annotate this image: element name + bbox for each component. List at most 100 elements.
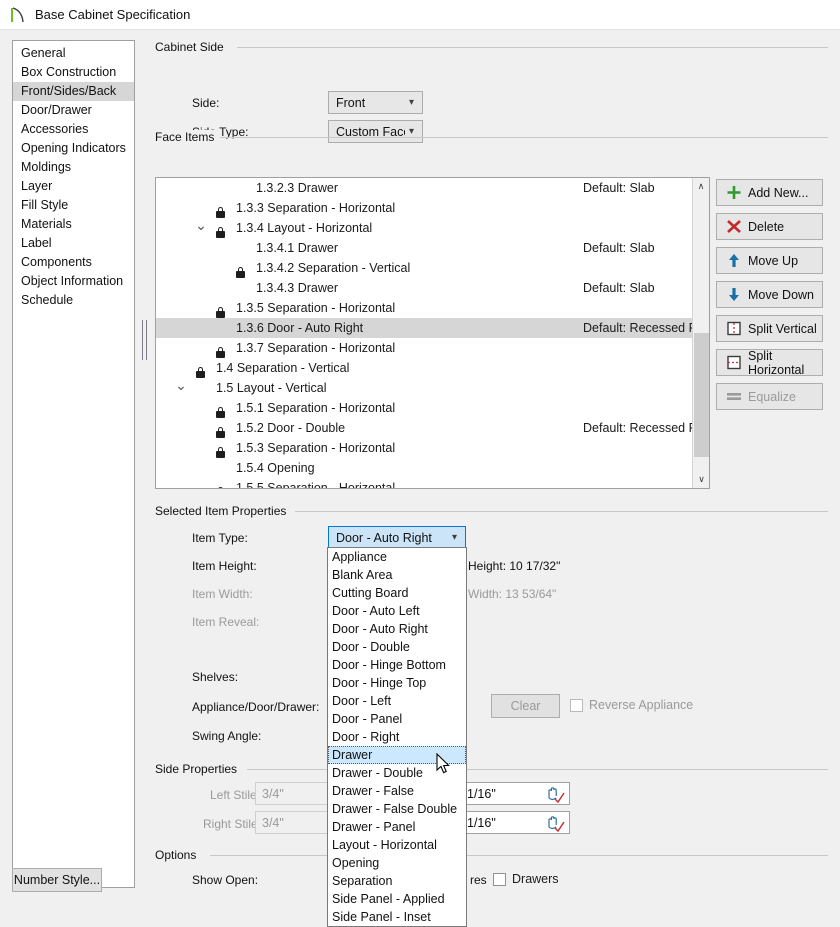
checkbox-box xyxy=(570,698,583,712)
tree-item-default: Default: Slab xyxy=(583,281,655,295)
menu-item[interactable]: Door - Left xyxy=(328,692,466,710)
pane-splitter[interactable] xyxy=(142,320,147,360)
table-row[interactable]: 1.5.5 Separation - Horizontal xyxy=(156,478,709,489)
split-horizontal-button-label: Split Horizontal xyxy=(748,348,805,377)
scrollbar-thumb[interactable] xyxy=(694,333,709,457)
item-type-dropdown-list[interactable]: Appliance Blank Area Cutting Board Door - A… xyxy=(327,547,467,927)
options-group-label: Options xyxy=(155,848,203,862)
menu-item[interactable]: Drawer - False xyxy=(328,782,466,800)
side-select[interactable]: Front ▾ xyxy=(328,91,423,114)
cabinet-side-group-label: Cabinet Side xyxy=(155,40,230,54)
sidebar-item-layer[interactable]: Layer xyxy=(13,177,134,196)
tree-item-name: 1.5.4 Opening xyxy=(236,461,315,475)
menu-item[interactable]: Cutting Board xyxy=(328,584,466,602)
table-row[interactable]: 1.3.7 Separation - Horizontal xyxy=(156,338,709,358)
title-bar: Base Cabinet Specification xyxy=(0,0,840,30)
menu-item[interactable]: Door - Auto Left xyxy=(328,602,466,620)
dialog-body: General Box Construction Front/Sides/Bac… xyxy=(0,30,840,927)
table-row[interactable]: 1.5.2 Door - Double Default: Recessed Pan… xyxy=(156,418,709,438)
sidebar-item-door-drawer[interactable]: Door/Drawer xyxy=(13,101,134,120)
sidebar-item-fill-style[interactable]: Fill Style xyxy=(13,196,134,215)
right-stile-label: Right Stile: xyxy=(203,817,262,831)
width-readout: Width: 13 53/64" xyxy=(468,587,557,601)
sidebar-item-components[interactable]: Components xyxy=(13,253,134,272)
checkbox-box[interactable] xyxy=(493,872,506,886)
table-row[interactable]: 1.3.2.3 Drawer Default: Slab xyxy=(156,178,709,198)
sidebar-item-schedule[interactable]: Schedule xyxy=(13,291,134,310)
table-row[interactable]: ⌄ 1.3.4 Layout - Horizontal xyxy=(156,218,709,238)
sidebar-item-box-construction[interactable]: Box Construction xyxy=(13,63,134,82)
dimension-hand-check-icon[interactable] xyxy=(545,814,567,832)
item-type-select[interactable]: Door - Auto Right ▾ xyxy=(328,526,466,549)
menu-item[interactable]: Blank Area xyxy=(328,566,466,584)
sidebar-item-accessories[interactable]: Accessories xyxy=(13,120,134,139)
face-items-tree[interactable]: 1.3.2.3 Drawer Default: Slab 1.3.3 Separat… xyxy=(155,177,710,489)
table-row[interactable]: 1.5.1 Separation - Horizontal xyxy=(156,398,709,418)
table-row[interactable]: 1.5.3 Separation - Horizontal xyxy=(156,438,709,458)
sidebar-item-general[interactable]: General xyxy=(13,44,134,63)
drawers-checkbox[interactable]: Drawers xyxy=(493,872,559,886)
delete-button[interactable]: Delete xyxy=(716,213,823,240)
table-row[interactable]: 1.3.4.2 Separation - Vertical xyxy=(156,258,709,278)
menu-item[interactable]: Appliance xyxy=(328,548,466,566)
cabinet-curve-icon xyxy=(8,5,28,25)
menu-item[interactable]: Drawer - Panel xyxy=(328,818,466,836)
menu-item[interactable]: Door - Auto Right xyxy=(328,620,466,638)
tree-item-name: 1.3.6 Door - Auto Right xyxy=(236,321,364,335)
number-style-button[interactable]: Number Style... xyxy=(12,868,102,892)
table-row[interactable]: 1.4 Separation - Vertical xyxy=(156,358,709,378)
chevron-down-icon: ▾ xyxy=(408,97,415,108)
move-down-button-label: Move Down xyxy=(748,287,814,302)
scroll-up-arrow-icon[interactable]: ∧ xyxy=(693,178,709,195)
window-title: Base Cabinet Specification xyxy=(35,7,191,22)
menu-item[interactable]: Separation xyxy=(328,872,466,890)
chevron-down-icon[interactable]: ⌄ xyxy=(174,378,188,392)
show-open-label: Show Open: xyxy=(192,873,259,887)
table-row[interactable]: 1.3.4.1 Drawer Default: Slab xyxy=(156,238,709,258)
tree-item-name: 1.3.4.2 Separation - Vertical xyxy=(256,261,411,275)
menu-item[interactable]: Door - Panel xyxy=(328,710,466,728)
tree-item-name: 1.4 Separation - Vertical xyxy=(216,361,350,375)
split-vertical-button-label: Split Vertical xyxy=(748,321,817,336)
tree-item-name: 1.3.4.3 Drawer xyxy=(256,281,338,295)
left-reveal-input[interactable]: 1/16" xyxy=(460,782,570,805)
chevron-down-icon[interactable]: ⌄ xyxy=(194,218,208,232)
sidebar-item-opening-indicators[interactable]: Opening Indicators xyxy=(13,139,134,158)
shelves-label: Shelves: xyxy=(192,670,239,684)
menu-item[interactable]: Door - Double xyxy=(328,638,466,656)
move-up-button[interactable]: Move Up xyxy=(716,247,823,274)
sidebar-item-front-sides-back[interactable]: Front/Sides/Back xyxy=(13,82,134,101)
menu-item[interactable]: Layout - Horizontal xyxy=(328,836,466,854)
scroll-down-arrow-icon[interactable]: ∨ xyxy=(693,471,709,488)
sidebar-item-object-information[interactable]: Object Information xyxy=(13,272,134,291)
split-horizontal-button[interactable]: Split Horizontal xyxy=(716,348,823,377)
menu-item[interactable]: Opening xyxy=(328,854,466,872)
tree-item-name: 1.3.3 Separation - Horizontal xyxy=(236,201,396,215)
split-vertical-button[interactable]: Split Vertical xyxy=(716,315,823,342)
menu-item[interactable]: Door - Hinge Bottom xyxy=(328,656,466,674)
menu-item[interactable]: Door - Right xyxy=(328,728,466,746)
table-row[interactable]: ⌄ 1.5 Layout - Vertical xyxy=(156,378,709,398)
face-items-scrollbar[interactable]: ∧ ∨ xyxy=(692,178,709,488)
add-new-button[interactable]: Add New... xyxy=(716,179,823,206)
equalize-icon xyxy=(723,387,745,406)
table-row[interactable]: 1.3.6 Door - Auto Right Default: Recessed… xyxy=(156,318,709,338)
category-list[interactable]: General Box Construction Front/Sides/Bac… xyxy=(12,40,135,888)
menu-item[interactable]: Drawer - False Double xyxy=(328,800,466,818)
table-row[interactable]: 1.3.4.3 Drawer Default: Slab xyxy=(156,278,709,298)
menu-item[interactable]: Side Panel - Applied xyxy=(328,890,466,908)
menu-item[interactable]: Side Panel - Inset xyxy=(328,908,466,926)
dimension-hand-check-icon[interactable] xyxy=(545,785,567,803)
tree-item-name: 1.3.5 Separation - Horizontal xyxy=(236,301,396,315)
sidebar-item-materials[interactable]: Materials xyxy=(13,215,134,234)
table-row[interactable]: 1.3.3 Separation - Horizontal xyxy=(156,198,709,218)
table-row[interactable]: 1.5.4 Opening xyxy=(156,458,709,478)
table-row[interactable]: 1.3.5 Separation - Horizontal xyxy=(156,298,709,318)
sidebar-item-label[interactable]: Label xyxy=(13,234,134,253)
move-down-button[interactable]: Move Down xyxy=(716,281,823,308)
sidebar-item-moldings[interactable]: Moldings xyxy=(13,158,134,177)
tree-item-name: 1.5.5 Separation - Horizontal xyxy=(236,481,396,489)
menu-item[interactable]: Door - Hinge Top xyxy=(328,674,466,692)
right-reveal-input[interactable]: 1/16" xyxy=(460,811,570,834)
item-reveal-label: Item Reveal: xyxy=(192,615,260,629)
